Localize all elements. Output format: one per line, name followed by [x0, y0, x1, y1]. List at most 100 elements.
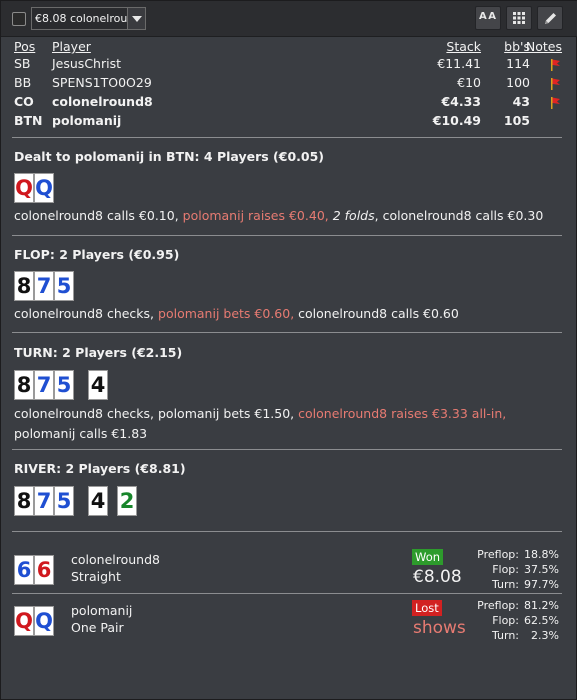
player-row[interactable]: CO colonelround8 €4.33 43: [14, 94, 564, 113]
action-text: colonelround8 calls €0.60: [294, 306, 459, 321]
equity-stats: Preflop: 81.2% Flop: 62.5% Turn: 2.3%: [469, 598, 559, 643]
showdown-row: Q Q polomanij One Pair Lost shows Preflo…: [14, 598, 564, 648]
player-pos: SB: [14, 56, 31, 71]
action-text: colonelround8 checks,: [14, 306, 159, 321]
grid-icon: [513, 12, 525, 24]
card-rank: 8: [16, 274, 32, 298]
chevron-down-icon[interactable]: [127, 8, 145, 29]
shows-text: shows: [413, 618, 466, 638]
stat-label: Turn:: [491, 578, 519, 591]
equity-stats: Preflop: 18.8% Flop: 37.5% Turn: 97.7%: [469, 547, 559, 592]
player-pos: BTN: [14, 113, 43, 128]
divider: [12, 593, 562, 594]
stat-row: Turn: 2.3%: [469, 628, 559, 643]
card-rank: 6: [36, 558, 52, 582]
header-stack[interactable]: Stack: [446, 39, 481, 54]
stat-row: Turn: 97.7%: [469, 577, 559, 592]
divider: [12, 137, 562, 138]
stat-value: 18.8%: [524, 548, 559, 561]
player-pos: CO: [14, 94, 34, 109]
select-checkbox[interactable]: [12, 12, 26, 26]
grid-view-button[interactable]: [506, 6, 532, 30]
turn-actions: colonelround8 checks, polomanij bets €1.…: [14, 404, 559, 444]
stat-label: Preflop:: [477, 599, 519, 612]
lost-badge: Lost: [412, 600, 442, 616]
card-rank: 5: [56, 274, 72, 298]
card-rank: 7: [36, 489, 52, 513]
stat-value: 62.5%: [524, 614, 559, 627]
divider: [12, 235, 562, 236]
player-stack: €11.41: [437, 56, 481, 71]
header-notes[interactable]: Notes: [526, 39, 562, 54]
stat-label: Flop:: [492, 563, 519, 576]
card: 4: [88, 370, 108, 400]
card-rank: 6: [16, 558, 32, 582]
stat-row: Preflop: 18.8%: [469, 547, 559, 562]
card-rank: Q: [15, 609, 33, 633]
hand-replayer-window: €8.08 colonelround A A Pos Player Stack …: [0, 0, 577, 700]
card: Q: [14, 173, 34, 203]
card-rank: 5: [56, 489, 72, 513]
player-name: colonelround8: [52, 94, 153, 109]
river-title: RIVER: 2 Players (€8.81): [14, 461, 186, 476]
card: 4: [88, 486, 108, 516]
villain-action-text: colonelround8 raises €3.33 all-in,: [298, 406, 507, 421]
player-stack: €10.49: [432, 113, 481, 128]
font-size-icon: A A: [479, 11, 496, 22]
flop-actions: colonelround8 checks, polomanij bets €0.…: [14, 304, 559, 324]
card: Q: [34, 173, 54, 203]
card-rank: Q: [15, 176, 33, 200]
stat-row: Preflop: 81.2%: [469, 598, 559, 613]
player-stack: €10: [457, 75, 481, 90]
header-player[interactable]: Player: [52, 39, 91, 54]
action-text: colonelround8 calls €0.10,: [14, 208, 183, 223]
player-name: polomanij: [52, 113, 122, 128]
folds-text: 2 folds: [332, 208, 375, 223]
preflop-title: Dealt to polomanij in BTN: 4 Players (€0…: [14, 149, 324, 164]
player-select[interactable]: €8.08 colonelround: [31, 7, 146, 30]
player-bbs: 105: [503, 113, 530, 128]
player-name: JesusChrist: [52, 56, 122, 71]
stat-label: Preflop:: [477, 548, 519, 561]
showdown-row: 6 6 colonelround8 Straight Won €8.08 Pre…: [14, 547, 564, 597]
stat-row: Flop: 62.5%: [469, 613, 559, 628]
showdown-hand-rank: One Pair: [71, 620, 124, 635]
player-bbs: 43: [512, 94, 530, 109]
note-flag-icon[interactable]: [548, 96, 562, 113]
player-stack: €4.33: [441, 94, 481, 109]
player-row[interactable]: BB SPENS1TO0O29 €10 100: [14, 75, 564, 94]
card: 8: [14, 271, 34, 301]
stat-value: 81.2%: [524, 599, 559, 612]
player-row[interactable]: BTN polomanij €10.49 105: [14, 113, 564, 132]
card-rank: 4: [90, 373, 106, 397]
stat-value: 97.7%: [524, 578, 559, 591]
stat-row: Flop: 37.5%: [469, 562, 559, 577]
player-row[interactable]: SB JesusChrist €11.41 114: [14, 56, 564, 75]
card: 5: [54, 486, 74, 516]
player-select-value: €8.08 colonelround: [35, 12, 142, 25]
card: 7: [34, 486, 54, 516]
turn-title: TURN: 2 Players (€2.15): [14, 345, 183, 360]
card-rank: 5: [56, 373, 72, 397]
card-rank: 2: [119, 489, 135, 513]
showdown-player-name: colonelround8: [71, 552, 160, 567]
divider: [12, 332, 562, 333]
font-size-button[interactable]: A A: [475, 6, 501, 30]
hero-action-text: polomanij bets €0.60,: [158, 306, 295, 321]
note-flag-icon[interactable]: [548, 77, 562, 94]
note-flag-icon[interactable]: [548, 58, 562, 75]
preflop-actions: colonelround8 calls €0.10, polomanij rai…: [14, 206, 559, 226]
toolbar: €8.08 colonelround A A: [1, 1, 577, 37]
divider: [12, 531, 562, 532]
card-rank: Q: [35, 176, 53, 200]
card: 6: [14, 555, 34, 585]
card-rank: 8: [16, 489, 32, 513]
edit-button[interactable]: [537, 6, 563, 30]
card-rank: 4: [90, 489, 106, 513]
action-text: , colonelround8 calls €0.30: [374, 208, 544, 223]
card-rank: 8: [16, 373, 32, 397]
header-pos[interactable]: Pos: [14, 39, 35, 54]
pencil-icon: [545, 13, 556, 24]
card-rank: 7: [36, 274, 52, 298]
won-badge: Won: [412, 549, 444, 565]
